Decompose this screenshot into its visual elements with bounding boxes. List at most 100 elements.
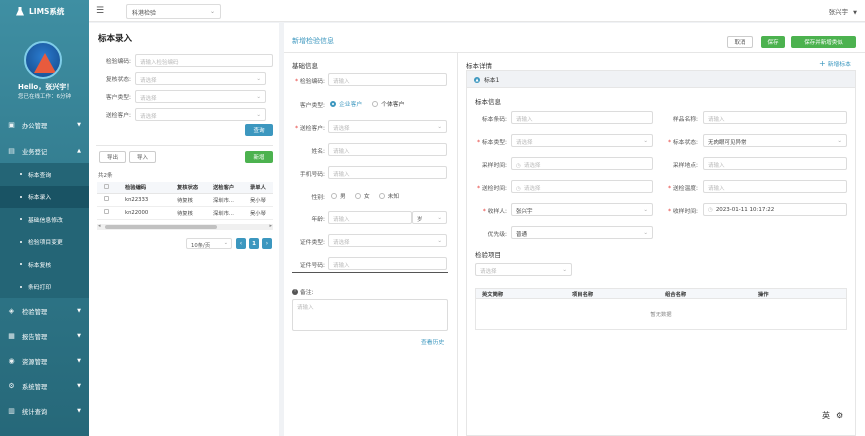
chevron-down-icon: ⌄ xyxy=(437,215,442,221)
cancel-button[interactable]: 取消 xyxy=(727,36,753,48)
filter-review-status-select[interactable]: 请选择 ⌄ xyxy=(135,72,266,85)
id-type-label: 证件类型: xyxy=(299,240,325,246)
cell-review: 待复核 xyxy=(174,206,210,220)
filter-client-type-select[interactable]: 请选择 ⌄ xyxy=(135,90,266,103)
menu-register[interactable]: ▤ 业务登记 ▲ xyxy=(0,139,89,163)
add-sample-button[interactable]: + 新增标本 xyxy=(819,59,851,68)
receive-time-picker[interactable]: ◷ 2023-01-11 10:17:22 xyxy=(703,203,847,216)
priority-select[interactable]: 普通 ⌄ xyxy=(511,226,653,239)
client-select[interactable]: 请选择 ⌄ xyxy=(328,120,447,133)
id-number-input[interactable]: 请输入 xyxy=(328,257,447,270)
total-count: 共2条 xyxy=(98,173,113,179)
collect-place-input[interactable]: 请输入 xyxy=(703,157,847,170)
id-type-select[interactable]: 请选择 ⌄ xyxy=(328,234,447,247)
user-menu[interactable]: 张兴宇 ▼ xyxy=(829,6,857,16)
col-client[interactable]: 送检客户 xyxy=(210,182,247,194)
receiver-select[interactable]: 张兴宇 ⌄ xyxy=(511,203,653,216)
language-toggle[interactable]: 英 xyxy=(822,410,830,421)
remark-label: ! 备注: xyxy=(292,287,314,296)
radio-unknown[interactable] xyxy=(378,192,385,199)
user-name: 张兴宇 xyxy=(828,8,849,16)
settings-gear-icon[interactable]: ⚙ xyxy=(836,411,843,420)
submenu-sample-query[interactable]: 标本查询 xyxy=(0,163,89,186)
department-select[interactable]: 科港检验 ⌄ xyxy=(126,4,221,19)
menu-label: 检验管理 xyxy=(22,308,48,316)
export-button[interactable]: 导出 xyxy=(99,151,126,163)
name-label: 姓名: xyxy=(311,149,325,155)
app-logo: LIMS系统 xyxy=(0,0,89,22)
filter-label: 检验编码: xyxy=(105,59,131,65)
age-input[interactable]: 请输入 xyxy=(328,211,412,224)
radio-individual[interactable] xyxy=(372,100,379,107)
col-recorder[interactable]: 录单人 xyxy=(247,182,273,194)
submenu-sample-review[interactable]: 标本复核 xyxy=(0,253,89,276)
send-time-picker[interactable]: ◷ 请选择 xyxy=(511,180,653,193)
current-page[interactable]: 1 xyxy=(249,238,259,249)
top-bar: ☰ 科港检验 ⌄ 张兴宇 ▼ xyxy=(89,0,865,22)
radio-female[interactable] xyxy=(354,192,361,199)
col-code[interactable]: 检验编码 xyxy=(122,182,174,194)
add-button[interactable]: 新增 xyxy=(245,151,273,163)
send-temp-input[interactable]: 请输入 xyxy=(703,180,847,193)
prev-page-button[interactable]: ‹ xyxy=(236,238,246,249)
submenu-basic-edit[interactable]: 基础信息修改 xyxy=(0,208,89,231)
filter-client-type: 客户类型: 请选择 ⌄ xyxy=(89,90,266,103)
col-review[interactable]: 复核状态 xyxy=(174,182,210,194)
gender-radio[interactable]: 男 女 未知 xyxy=(331,191,399,200)
online-time: 您已在线工作：6分钟 xyxy=(18,94,71,100)
save-and-add-button[interactable]: 保存并新增类似 xyxy=(791,36,856,48)
table-scrollbar[interactable]: ◂ ▸ xyxy=(97,223,273,230)
next-page-button[interactable]: › xyxy=(262,238,272,249)
page-size-select[interactable]: 10条/页 ⌄ xyxy=(186,238,232,249)
register-icon: ▤ xyxy=(8,146,15,155)
name-input[interactable]: 请输入 xyxy=(328,143,447,156)
menu-inspection[interactable]: ◈ 检验管理 ▼ xyxy=(0,299,89,323)
menu-toggle-icon[interactable]: ☰ xyxy=(96,6,104,16)
radio-enterprise[interactable] xyxy=(330,100,336,107)
avatar[interactable] xyxy=(24,41,62,79)
sample-tab-icon: ▲ xyxy=(474,76,480,83)
radio-male[interactable] xyxy=(331,192,337,199)
import-button[interactable]: 导入 xyxy=(129,151,156,163)
office-icon: ▣ xyxy=(8,120,15,129)
menu-office[interactable]: ▣ 办公管理 ▼ xyxy=(0,113,89,137)
query-button[interactable]: 查询 xyxy=(245,124,273,136)
collect-time-picker[interactable]: ◷ 请选择 xyxy=(511,157,653,170)
menu-stats[interactable]: ▥ 统计查询 ▼ xyxy=(0,399,89,423)
submenu-item-change[interactable]: 检验项目变更 xyxy=(0,230,89,253)
save-button[interactable]: 保存 xyxy=(761,36,785,48)
menu-system[interactable]: ⚙ 系统管理 ▼ xyxy=(0,374,89,398)
menu-report[interactable]: ▦ 报告管理 ▼ xyxy=(0,324,89,348)
client-type-radio[interactable]: 企业客户 个体客户 xyxy=(330,99,404,108)
submenu-sample-entry[interactable]: 标本录入 xyxy=(0,185,89,208)
sample-info-title: 标本信息 xyxy=(475,98,501,106)
phone-input[interactable]: 请输入 xyxy=(328,166,447,179)
filter-client: 送检客户: 请选择 ⌄ xyxy=(89,108,266,121)
history-link[interactable]: 查看历史 xyxy=(421,337,444,346)
barcode-input[interactable]: 请输入 xyxy=(511,111,653,124)
id-number-label: 证件号码: xyxy=(299,263,325,269)
sample-type-select[interactable]: 请选择 ⌄ xyxy=(511,134,653,147)
sample-status-label: * 标本状态: xyxy=(668,140,698,146)
row-checkbox[interactable] xyxy=(97,206,122,220)
table-row[interactable]: kn22333 待复核 深圳市... 吴小琴 xyxy=(97,193,273,207)
filter-client-select[interactable]: 请选择 ⌄ xyxy=(135,108,266,121)
sample-tab[interactable]: ▲ 标本1 xyxy=(474,75,499,84)
table-row[interactable]: kn22000 待复核 深圳市... 吴小琴 xyxy=(97,206,273,220)
code-input[interactable]: 请输入 xyxy=(328,73,447,86)
app-name: LIMS系统 xyxy=(29,6,65,16)
send-temp-label: * 送检温度: xyxy=(668,186,698,192)
filter-code-input[interactable]: 请输入检验编码 xyxy=(135,54,273,67)
age-unit-select[interactable]: 岁 ⌄ xyxy=(412,211,447,224)
row-checkbox[interactable] xyxy=(97,193,122,207)
receive-time-label: * 收样时间: xyxy=(668,209,698,215)
remark-textarea[interactable]: 请输入 xyxy=(292,299,448,331)
menu-resource[interactable]: ◉ 资源管理 ▼ xyxy=(0,349,89,373)
sample-name-input[interactable]: 请输入 xyxy=(703,111,847,124)
sample-status-select[interactable]: 无肉眼可见异常 ⌄ xyxy=(703,134,847,147)
phone-label: 手机号码: xyxy=(299,172,325,178)
test-items-select[interactable]: 请选择 ⌄ xyxy=(475,263,572,276)
age-label: 年龄: xyxy=(311,217,325,223)
submenu-barcode-print[interactable]: 条码打印 xyxy=(0,275,89,298)
select-all-checkbox[interactable] xyxy=(97,182,122,194)
